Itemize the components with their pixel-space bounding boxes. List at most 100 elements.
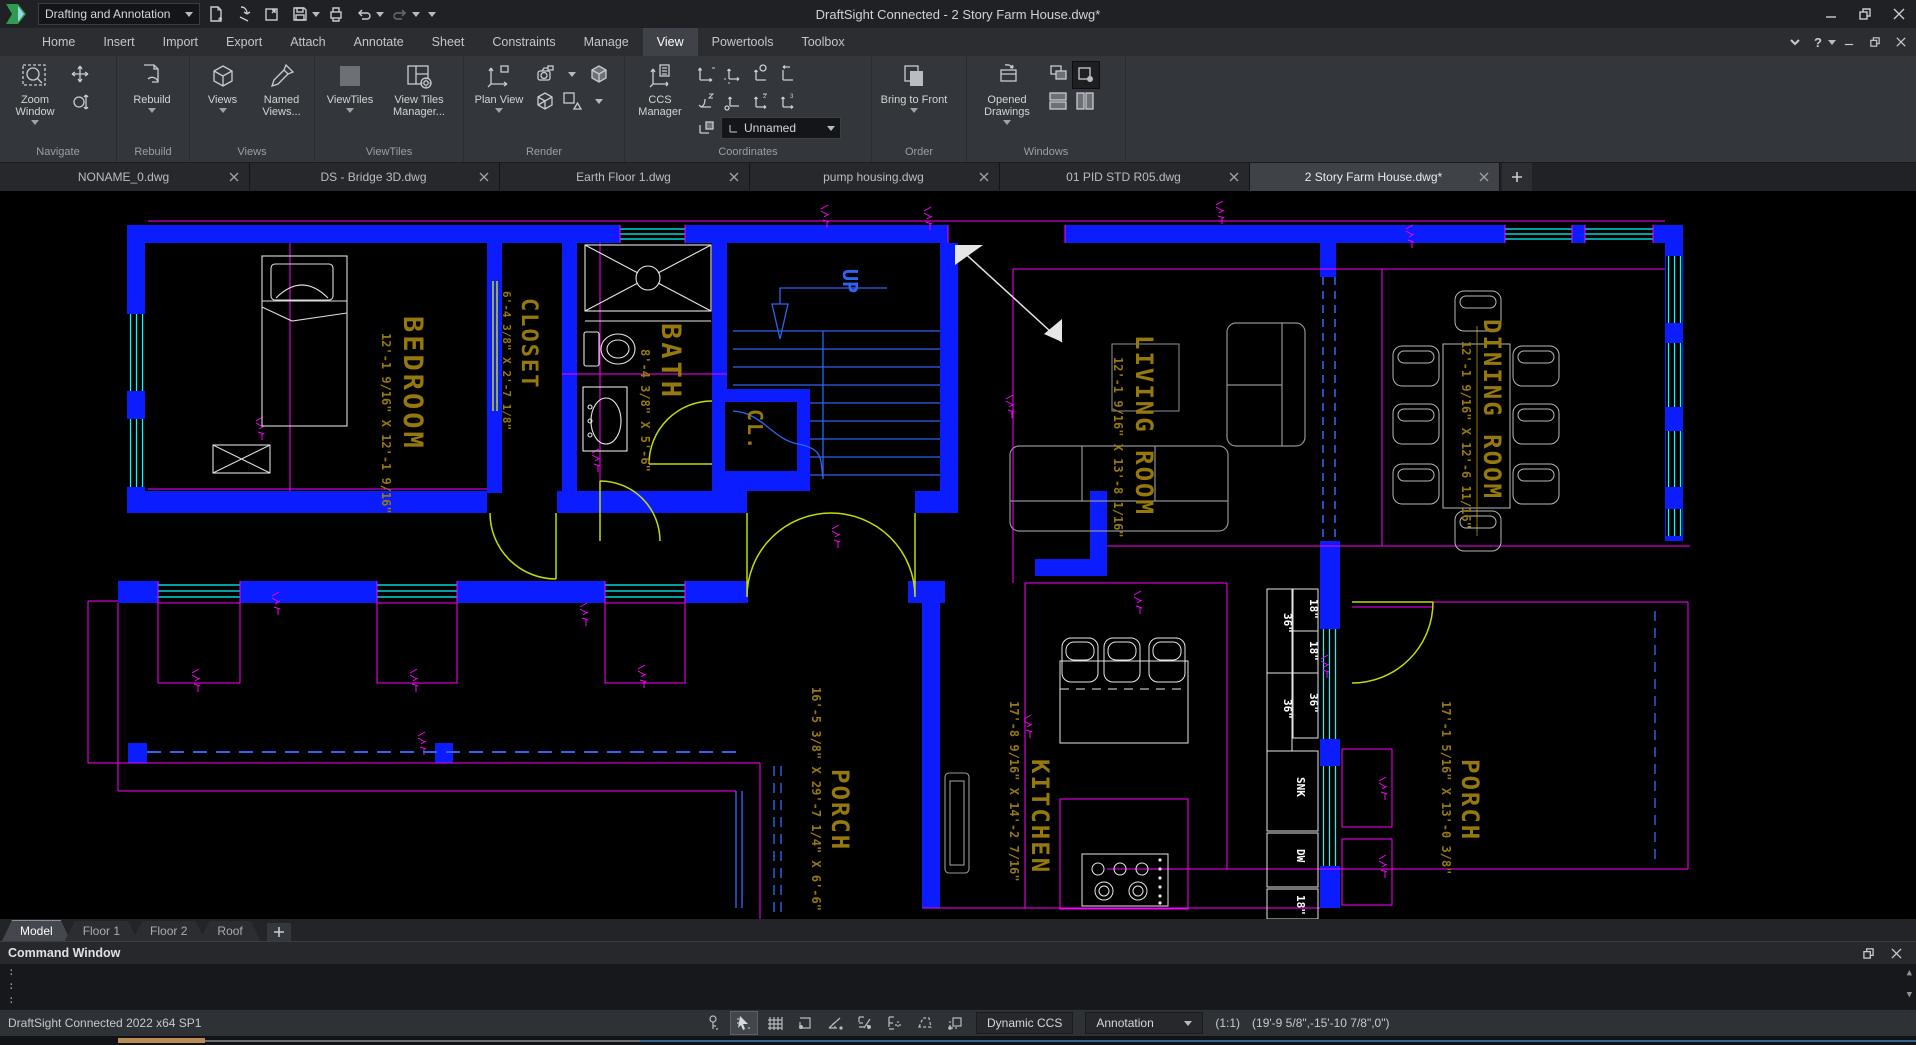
doc-minimize-button[interactable] bbox=[1836, 31, 1862, 53]
menu-insert[interactable]: Insert bbox=[89, 28, 148, 56]
customize-toolbar-icon[interactable] bbox=[428, 12, 436, 17]
dropdown-shapes-icon[interactable] bbox=[586, 88, 612, 114]
ccs-manager-button[interactable]: CCS Manager bbox=[629, 58, 691, 118]
new-file-button[interactable] bbox=[204, 3, 228, 25]
help-button[interactable]: ? bbox=[1808, 35, 1828, 50]
menu-attach[interactable]: Attach bbox=[276, 28, 339, 56]
collapse-ribbon-button[interactable] bbox=[1782, 31, 1808, 53]
sheet-tab-floor1[interactable]: Floor 1 bbox=[65, 921, 138, 941]
undo-button[interactable] bbox=[352, 3, 376, 25]
ccs-entity-button[interactable] bbox=[747, 61, 773, 87]
open-recent-button[interactable] bbox=[232, 3, 256, 25]
tile-vertically-button[interactable] bbox=[1072, 88, 1098, 114]
doc-tab-earth-floor[interactable]: Earth Floor 1.dwg bbox=[500, 163, 750, 191]
add-sheet-button[interactable] bbox=[267, 923, 291, 941]
pan-button[interactable] bbox=[68, 62, 92, 86]
selection-mode-button[interactable] bbox=[730, 1011, 758, 1035]
redo-button[interactable] bbox=[388, 3, 412, 25]
dropdown-camera-icon[interactable] bbox=[559, 61, 585, 87]
grid-toggle-button[interactable] bbox=[762, 1012, 788, 1034]
ortho-toggle-button[interactable] bbox=[942, 1012, 968, 1034]
open-file-button[interactable] bbox=[260, 3, 284, 25]
close-icon[interactable] bbox=[229, 172, 239, 182]
opened-drawings-button[interactable]: Opened Drawings bbox=[971, 58, 1043, 125]
zoom-dynamic-button[interactable] bbox=[68, 90, 92, 114]
menu-sheet[interactable]: Sheet bbox=[418, 28, 479, 56]
doc-restore-button[interactable] bbox=[1862, 31, 1888, 53]
doc-tab-farm-house[interactable]: 2 Story Farm House.dwg* bbox=[1250, 163, 1500, 191]
sheet-tab-roof[interactable]: Roof bbox=[199, 921, 260, 941]
help-dropdown-icon[interactable] bbox=[1828, 40, 1836, 45]
ccs-z-rotate-button[interactable] bbox=[693, 88, 719, 114]
entity-snap-button[interactable] bbox=[852, 1012, 878, 1034]
square-triangle-button[interactable] bbox=[559, 88, 585, 114]
redo-dropdown-icon[interactable] bbox=[412, 12, 420, 17]
scroll-up-icon[interactable]: ▲ bbox=[1907, 966, 1912, 980]
doc-close-button[interactable] bbox=[1888, 31, 1914, 53]
save-button[interactable] bbox=[288, 3, 312, 25]
unit-system-icon[interactable] bbox=[700, 1012, 726, 1034]
menu-manage[interactable]: Manage bbox=[570, 28, 643, 56]
command-close-button[interactable] bbox=[1884, 944, 1908, 962]
doc-tab-pid-std[interactable]: 01 PID STD R05.dwg bbox=[1000, 163, 1250, 191]
restore-button[interactable] bbox=[1848, 1, 1882, 27]
snap-toggle-button[interactable] bbox=[792, 1012, 818, 1034]
lineweight-toggle-button[interactable] bbox=[912, 1012, 938, 1034]
ccs-object-button[interactable] bbox=[720, 88, 746, 114]
ccs-named-button[interactable] bbox=[693, 116, 717, 140]
tile-horizontally-button[interactable] bbox=[1045, 88, 1071, 114]
menu-import[interactable]: Import bbox=[149, 28, 212, 56]
dynamic-ccs-button[interactable]: Dynamic CCS bbox=[976, 1012, 1073, 1034]
entity-tracking-button[interactable] bbox=[882, 1012, 908, 1034]
close-icon[interactable] bbox=[1479, 172, 1489, 182]
close-icon[interactable] bbox=[479, 172, 489, 182]
drawing-canvas[interactable]: UP bbox=[0, 191, 1916, 919]
sheet-tab-model[interactable]: Model bbox=[2, 920, 71, 941]
ccs-origin-button[interactable] bbox=[720, 61, 746, 87]
menu-constraints[interactable]: Constraints bbox=[478, 28, 569, 56]
command-float-button[interactable] bbox=[1856, 944, 1880, 962]
views-button[interactable]: Views bbox=[194, 58, 251, 113]
command-window-header[interactable]: Command Window bbox=[0, 941, 1916, 964]
shaded-cube-button[interactable] bbox=[586, 61, 612, 87]
zoom-window-button[interactable]: Zoom Window bbox=[4, 58, 66, 125]
menu-export[interactable]: Export bbox=[212, 28, 276, 56]
polar-tracking-button[interactable] bbox=[822, 1012, 848, 1034]
print-button[interactable] bbox=[324, 3, 348, 25]
sheet-tab-floor2[interactable]: Floor 2 bbox=[132, 921, 205, 941]
menu-home[interactable]: Home bbox=[28, 28, 89, 56]
camera-lock-button[interactable] bbox=[532, 61, 558, 87]
workspace-selector[interactable]: Drafting and Annotation bbox=[38, 3, 200, 25]
plan-view-button[interactable]: Plan View bbox=[468, 58, 530, 113]
rebuild-button[interactable]: Rebuild bbox=[121, 58, 183, 113]
scroll-down-icon[interactable]: ▼ bbox=[1907, 988, 1912, 1002]
close-icon[interactable] bbox=[1229, 172, 1239, 182]
wire-cube-button[interactable] bbox=[532, 88, 558, 114]
named-views-button[interactable]: Named Views... bbox=[253, 58, 310, 118]
menu-toolbox[interactable]: Toolbox bbox=[787, 28, 858, 56]
bring-to-front-button[interactable]: Bring to Front bbox=[876, 58, 952, 113]
viewtiles-button[interactable]: ViewTiles bbox=[319, 58, 381, 113]
command-input-area[interactable]: : : : ▲ ▼ bbox=[0, 964, 1916, 1009]
save-dropdown-icon[interactable] bbox=[312, 12, 320, 17]
new-document-button[interactable] bbox=[1502, 163, 1532, 191]
menu-view[interactable]: View bbox=[643, 28, 698, 56]
close-icon[interactable] bbox=[729, 172, 739, 182]
annotation-scale-selector[interactable]: Annotation bbox=[1085, 1012, 1203, 1034]
doc-tab-pump-housing[interactable]: pump housing.dwg bbox=[750, 163, 1000, 191]
viewtiles-manager-button[interactable]: View Tiles Manager... bbox=[383, 58, 455, 118]
restore-document-button[interactable] bbox=[1072, 61, 1100, 89]
menu-annotate[interactable]: Annotate bbox=[340, 28, 418, 56]
ccs-3point-button[interactable]: 3 bbox=[774, 88, 800, 114]
ccs-2point-button[interactable]: 2 bbox=[747, 88, 773, 114]
cascade-windows-button[interactable] bbox=[1045, 61, 1071, 87]
ccs-previous-button[interactable] bbox=[774, 61, 800, 87]
ccs-world-button[interactable] bbox=[693, 61, 719, 87]
ccs-combo[interactable]: Unnamed bbox=[721, 117, 841, 139]
doc-tab-bridge[interactable]: DS - Bridge 3D.dwg bbox=[250, 163, 500, 191]
close-button[interactable] bbox=[1882, 1, 1916, 27]
undo-dropdown-icon[interactable] bbox=[376, 12, 384, 17]
doc-tab-noname[interactable]: NONAME_0.dwg bbox=[0, 163, 250, 191]
menu-powertools[interactable]: Powertools bbox=[698, 28, 788, 56]
close-icon[interactable] bbox=[979, 172, 989, 182]
